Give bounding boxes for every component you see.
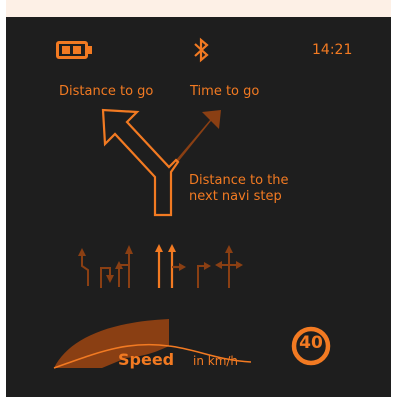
speed-label: Speed: [118, 350, 175, 369]
hud-display: 14:21 Distance to go Time to go Distance…: [6, 0, 391, 397]
speed-gauge: [53, 319, 252, 369]
speed-limit-value: 40: [299, 333, 323, 353]
speed-unit: in km/h: [193, 354, 239, 368]
